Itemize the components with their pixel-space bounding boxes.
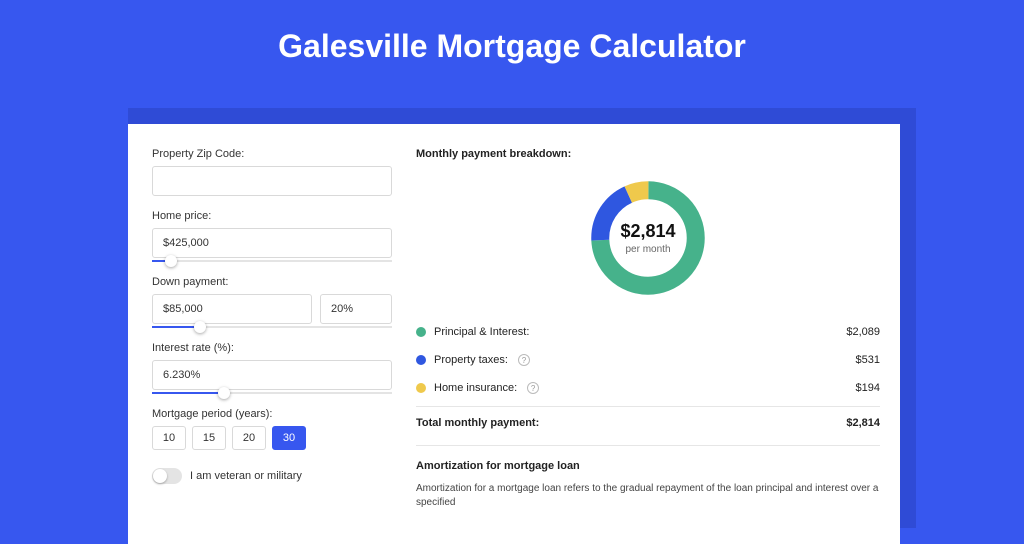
period-option-30[interactable]: 30 [272, 426, 306, 450]
help-icon[interactable]: ? [518, 354, 530, 366]
dot-icon [416, 355, 426, 365]
zip-input[interactable] [152, 166, 392, 196]
slider-thumb-icon[interactable] [194, 321, 206, 333]
mortgage-period-group: 10 15 20 30 [152, 426, 392, 450]
slider-thumb-icon[interactable] [218, 387, 230, 399]
veteran-toggle[interactable] [152, 468, 182, 484]
dot-icon [416, 327, 426, 337]
calculator-card: Property Zip Code: Home price: $425,000 … [128, 124, 900, 544]
total-value: $2,814 [846, 417, 880, 429]
interest-rate-slider[interactable] [152, 392, 392, 394]
legend-label: Principal & Interest: [434, 326, 529, 338]
page-title: Galesville Mortgage Calculator [0, 28, 1024, 65]
period-option-15[interactable]: 15 [192, 426, 226, 450]
form-panel: Property Zip Code: Home price: $425,000 … [152, 148, 392, 544]
down-payment-percent-input[interactable]: 20% [320, 294, 392, 324]
home-price-slider[interactable] [152, 260, 392, 262]
legend: Principal & Interest: $2,089 Property ta… [416, 318, 880, 441]
legend-label: Home insurance: [434, 382, 517, 394]
down-payment-input[interactable]: $85,000 [152, 294, 312, 324]
donut-center-amount: $2,814 [620, 221, 675, 242]
down-payment-label: Down payment: [152, 276, 392, 288]
legend-label: Property taxes: [434, 354, 508, 366]
home-price-input[interactable]: $425,000 [152, 228, 392, 258]
legend-row-total: Total monthly payment: $2,814 [416, 406, 880, 441]
toggle-knob-icon [153, 469, 167, 483]
legend-row-insurance: Home insurance: ? $194 [416, 374, 880, 402]
legend-value: $2,089 [846, 326, 880, 338]
veteran-label: I am veteran or military [190, 470, 302, 482]
legend-row-taxes: Property taxes: ? $531 [416, 346, 880, 374]
amortization-section: Amortization for mortgage loan Amortizat… [416, 445, 880, 510]
total-label: Total monthly payment: [416, 417, 539, 429]
interest-rate-label: Interest rate (%): [152, 342, 392, 354]
interest-rate-input[interactable]: 6.230% [152, 360, 392, 390]
dot-icon [416, 383, 426, 393]
period-option-20[interactable]: 20 [232, 426, 266, 450]
donut-center-sub: per month [620, 244, 675, 255]
period-option-10[interactable]: 10 [152, 426, 186, 450]
zip-label: Property Zip Code: [152, 148, 392, 160]
donut-chart: $2,814 per month [416, 168, 880, 308]
mortgage-period-label: Mortgage period (years): [152, 408, 392, 420]
help-icon[interactable]: ? [527, 382, 539, 394]
slider-thumb-icon[interactable] [165, 255, 177, 267]
amortization-text: Amortization for a mortgage loan refers … [416, 482, 880, 510]
breakdown-title: Monthly payment breakdown: [416, 148, 880, 160]
breakdown-panel: Monthly payment breakdown: $2,814 per mo… [416, 148, 880, 544]
down-payment-slider[interactable] [152, 326, 392, 328]
home-price-label: Home price: [152, 210, 392, 222]
legend-row-principal: Principal & Interest: $2,089 [416, 318, 880, 346]
amortization-title: Amortization for mortgage loan [416, 460, 880, 472]
legend-value: $531 [856, 354, 880, 366]
legend-value: $194 [856, 382, 880, 394]
page-header: Galesville Mortgage Calculator [0, 0, 1024, 87]
